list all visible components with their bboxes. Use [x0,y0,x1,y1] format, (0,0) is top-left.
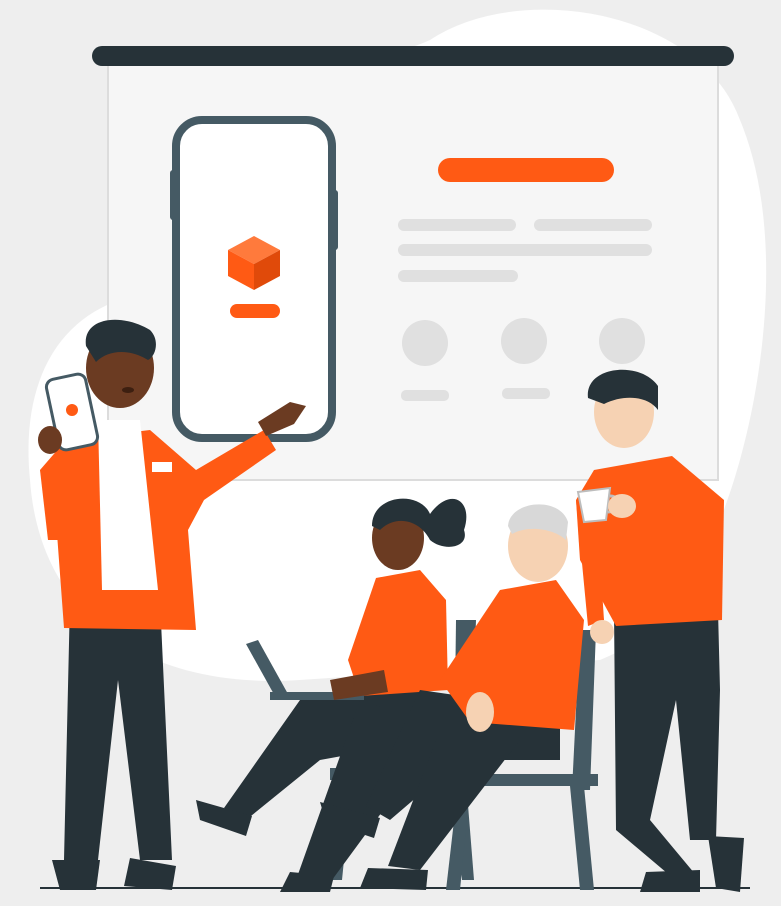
screen-heading-bar [438,158,614,182]
cube-icon [66,404,78,416]
coffee-cup [576,486,612,524]
phone-button-shape [230,304,280,318]
screen-avatar-placeholder [599,318,645,364]
screen-avatar-placeholder [402,320,448,366]
screen-caption-line [401,390,449,401]
screen-text-line [398,219,516,231]
phone-mockup [170,116,338,442]
screen-text-line [534,219,652,231]
screen-bar [92,46,734,66]
screen-text-line [398,244,652,256]
illustration-scene [28,9,767,892]
screen-caption-line [502,388,550,399]
screen-text-line [398,270,518,282]
screen-avatar-placeholder [501,318,547,364]
